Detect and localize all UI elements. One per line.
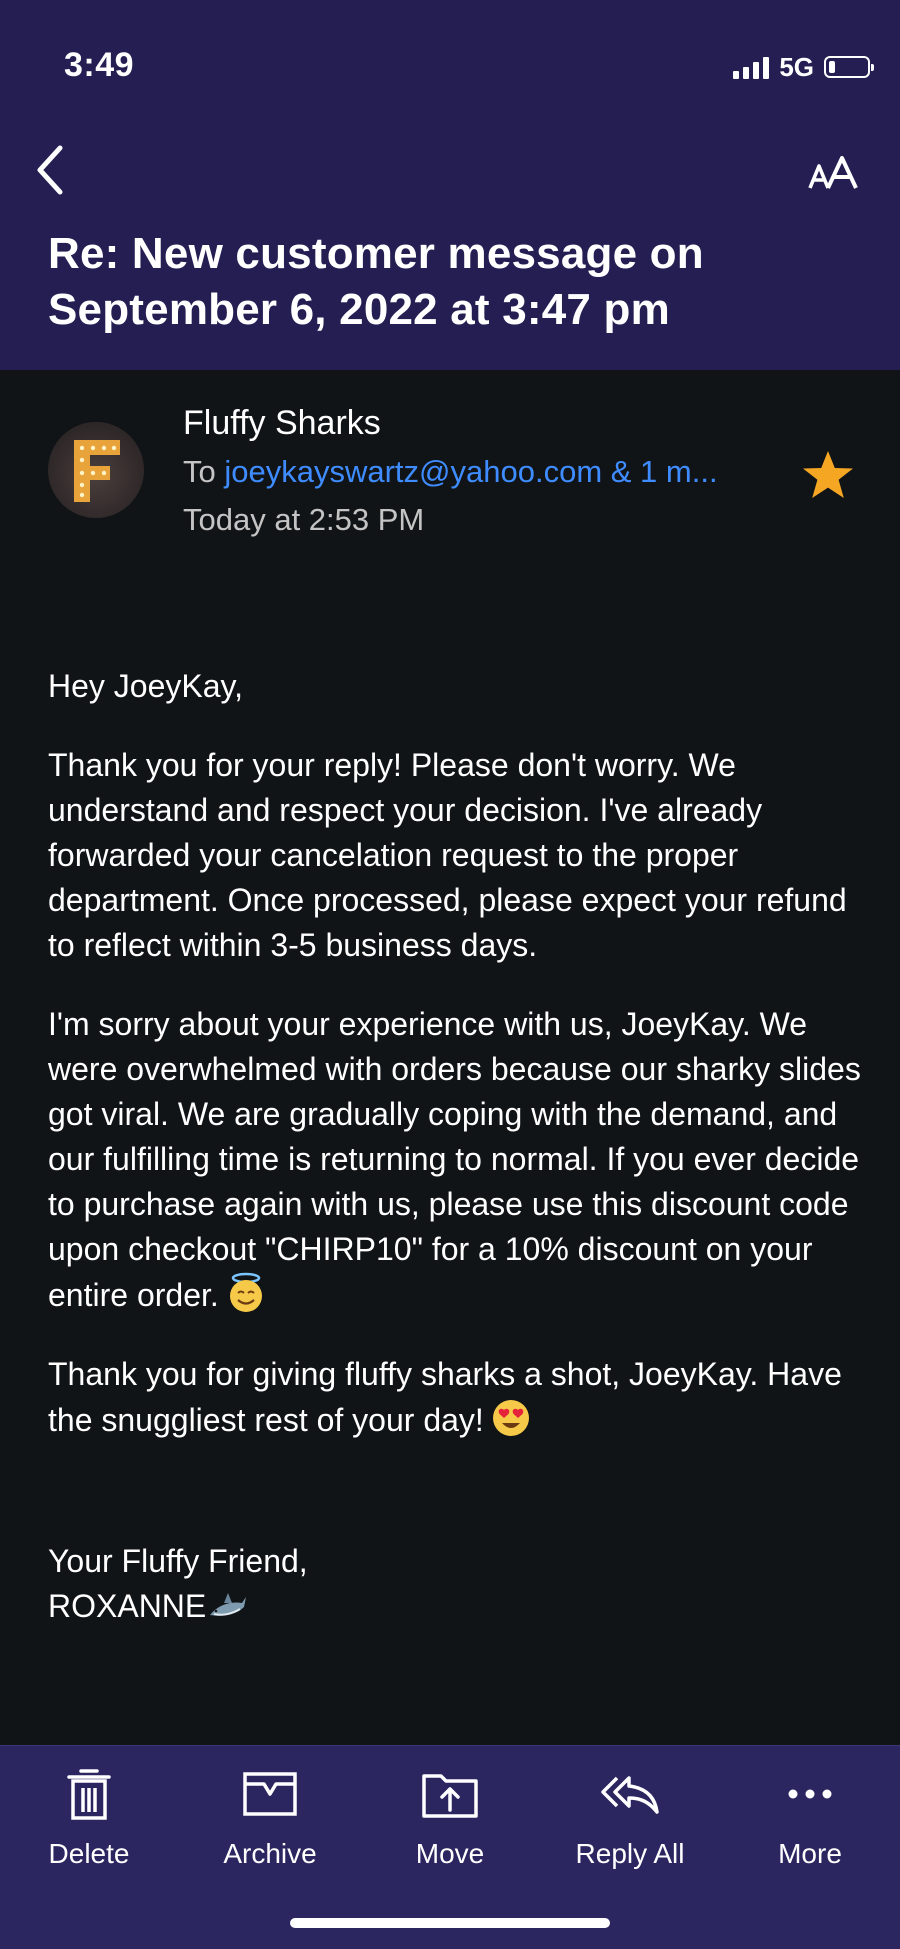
avatar-logo-image [74, 440, 120, 502]
body-paragraph-2-text: I'm sorry about your experience with us,… [48, 1006, 861, 1313]
recipient-address[interactable]: joeykayswartz@yahoo.com & 1 m... [224, 454, 717, 489]
move-label: Move [415, 1838, 485, 1869]
to-prefix: To [183, 454, 216, 489]
network-label: 5G [779, 51, 814, 82]
signature-text: ROXANNE [48, 1588, 207, 1624]
back-chevron-icon [37, 145, 63, 195]
body-paragraph-3-text: Thank you for giving fluffy sharks a sho… [48, 1356, 842, 1438]
sender-avatar[interactable] [48, 422, 144, 518]
header-bar: 3:49 5G Re: New customer message on Sept… [0, 0, 900, 370]
reply-all-label: Reply All [575, 1838, 685, 1869]
more-label: More [778, 1838, 842, 1869]
sender-block: Fluffy Sharks To joeykayswartz@yahoo.com… [0, 400, 900, 540]
sender-name[interactable]: Fluffy Sharks [183, 404, 381, 443]
delete-button[interactable]: Delete [14, 1766, 164, 1896]
body-closing: Your Fluffy Friend, ROXANNE [48, 1539, 878, 1629]
archive-button[interactable]: Archive [195, 1766, 345, 1896]
move-icon [422, 1774, 478, 1818]
trash-icon [67, 1769, 111, 1820]
archive-icon [243, 1772, 297, 1816]
text-size-button[interactable] [808, 150, 860, 190]
home-indicator[interactable] [290, 1918, 610, 1928]
battery-icon [824, 56, 874, 78]
recipients-line[interactable]: To joeykayswartz@yahoo.com & 1 m... [183, 454, 718, 490]
more-button[interactable]: More [735, 1766, 885, 1896]
email-date: Today at 2:53 PM [183, 502, 425, 537]
archive-label: Archive [223, 1838, 317, 1869]
move-button[interactable]: Move [375, 1766, 525, 1896]
back-button[interactable] [30, 140, 74, 200]
email-body: Hey JoeyKay, Thank you for your reply! P… [48, 664, 878, 1663]
body-greeting: Hey JoeyKay, [48, 668, 244, 704]
star-icon [803, 451, 853, 498]
status-icons: 5G [733, 50, 874, 84]
star-button[interactable] [800, 448, 856, 504]
more-dots-icon [788, 1789, 832, 1799]
halo-smile-emoji [229, 1272, 262, 1312]
delete-label: Delete [48, 1838, 130, 1869]
body-paragraph-3: Thank you for giving fluffy sharks a sho… [48, 1352, 878, 1443]
email-subject: Re: New customer message on September 6,… [48, 229, 704, 334]
reply-all-icon [601, 1776, 659, 1814]
reply-all-button[interactable]: Reply All [555, 1766, 705, 1896]
shark-emoji [210, 1593, 247, 1616]
body-paragraph-1: Thank you for your reply! Please don't w… [48, 747, 847, 963]
closing-text: Your Fluffy Friend, [48, 1543, 308, 1579]
signal-icon [733, 55, 770, 79]
status-time: 3:49 [64, 46, 135, 84]
heart-eyes-emoji [492, 1400, 529, 1436]
body-paragraph-2: I'm sorry about your experience with us,… [48, 1002, 878, 1318]
text-size-icon [808, 156, 860, 190]
